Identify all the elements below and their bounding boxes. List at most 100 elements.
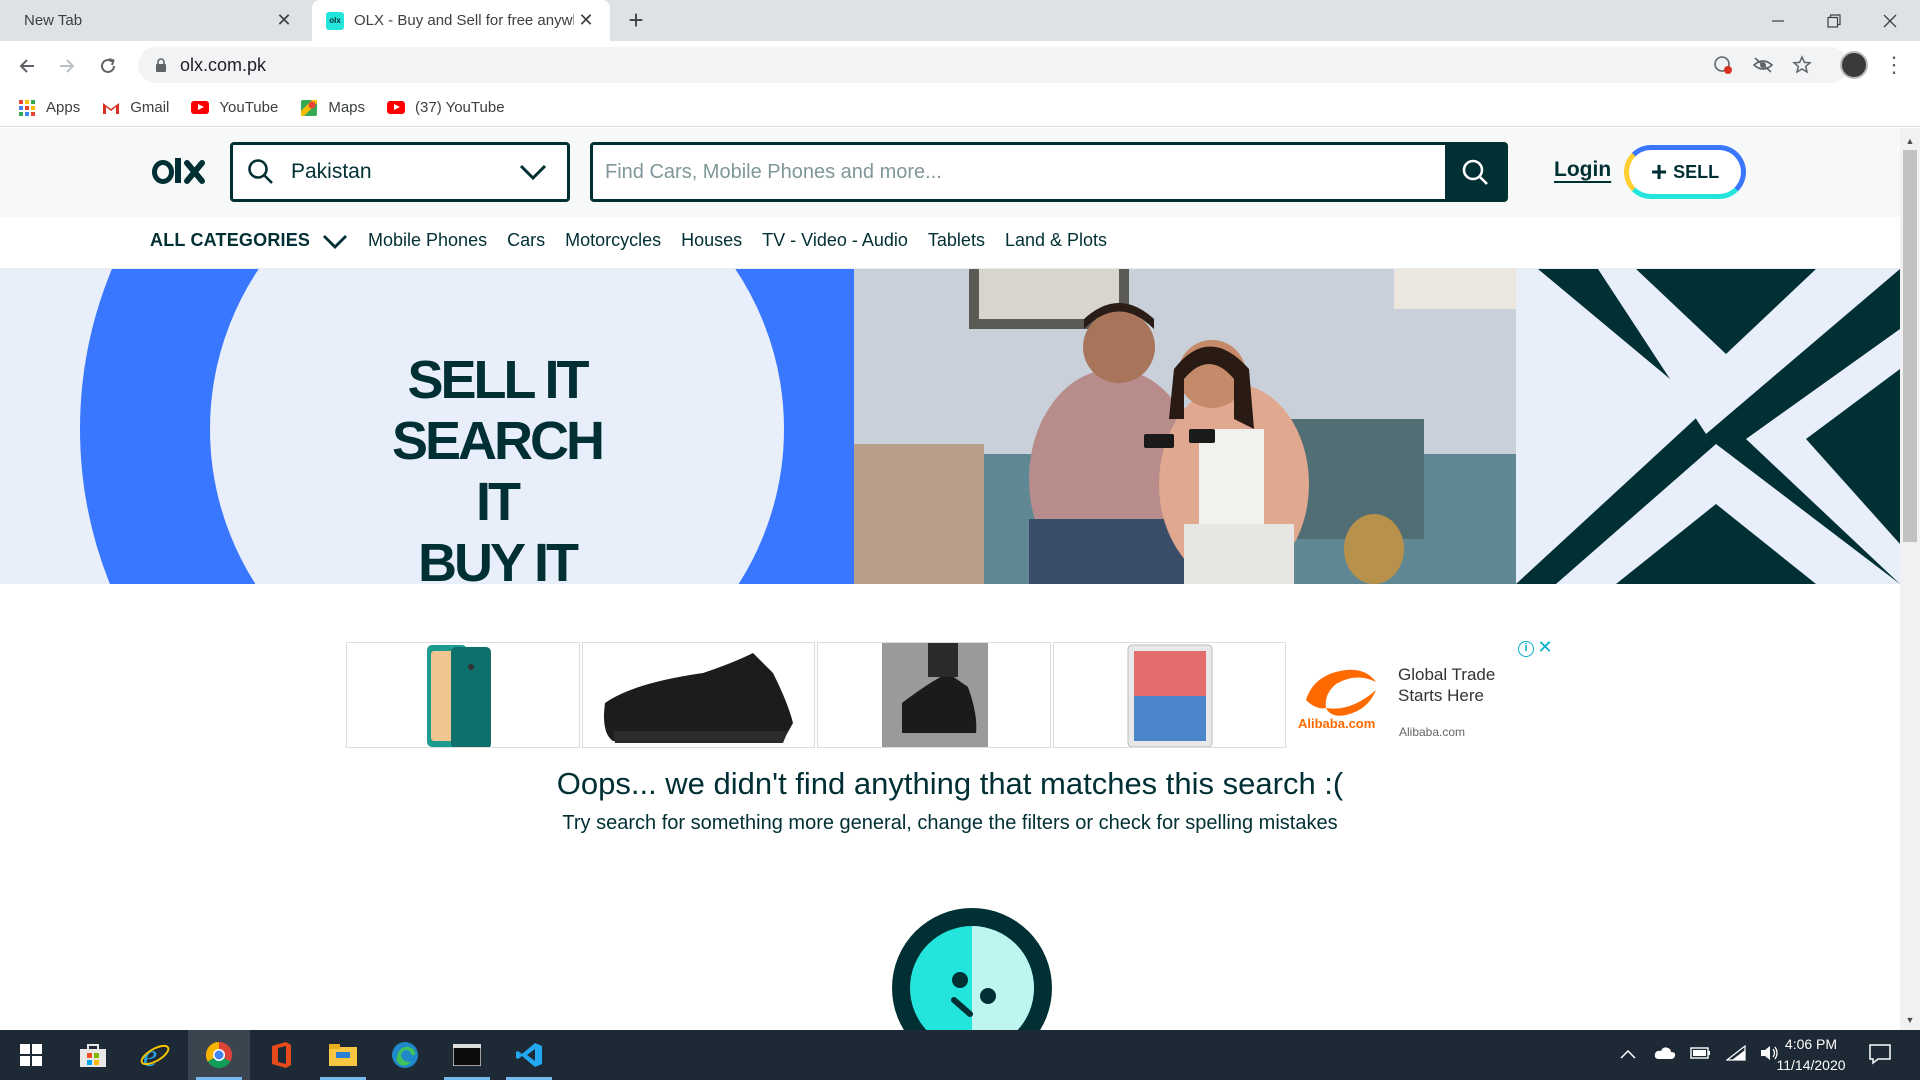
ad-headline-line: Global Trade: [1398, 665, 1496, 684]
ad-product-shoe-worn[interactable]: [817, 642, 1051, 748]
slogan-line: SEARCH IT: [391, 411, 605, 532]
category-link[interactable]: Motorcycles: [565, 230, 661, 251]
bookmark-label: Maps: [328, 99, 366, 116]
onedrive-cloud-icon[interactable]: [1654, 1046, 1676, 1065]
apps-grid-icon: [18, 99, 36, 117]
browser-menu-icon[interactable]: ⋮: [1882, 52, 1906, 78]
location-selector[interactable]: Pakistan: [230, 142, 570, 202]
bookmark-apps[interactable]: Apps: [18, 99, 80, 117]
scroll-down-arrow-icon[interactable]: ▼: [1903, 1013, 1917, 1027]
bookmark-label: Apps: [46, 99, 81, 116]
close-tab-icon[interactable]: ✕: [274, 10, 294, 30]
scroll-up-arrow-icon[interactable]: ▲: [1903, 134, 1917, 148]
login-link[interactable]: Login: [1554, 158, 1611, 182]
url-text: olx.com.pk: [180, 54, 267, 75]
sell-label: SELL: [1673, 161, 1720, 182]
close-tab-icon[interactable]: ✕: [576, 10, 596, 30]
category-link[interactable]: TV - Video - Audio: [762, 230, 908, 251]
all-categories-dropdown[interactable]: ALL CATEGORIES: [150, 230, 348, 251]
maps-icon: [300, 99, 318, 117]
ad-close-icon[interactable]: ✕: [1536, 638, 1554, 656]
category-link[interactable]: Mobile Phones: [368, 230, 487, 251]
alibaba-wordmark: Alibaba.com: [1298, 716, 1375, 730]
taskbar-clock[interactable]: 4:06 PM 11/14/2020: [1756, 1034, 1866, 1076]
ad-product-tablet[interactable]: [1052, 642, 1286, 748]
profile-avatar[interactable]: [1840, 51, 1868, 79]
chevron-down-icon: [323, 234, 348, 249]
clock-date: 11/14/2020: [1776, 1057, 1846, 1073]
category-link[interactable]: Houses: [681, 230, 742, 251]
back-button[interactable]: [11, 50, 43, 82]
phone-image: [427, 645, 491, 747]
reload-button[interactable]: [92, 50, 124, 82]
forward-button[interactable]: [51, 50, 83, 82]
empty-state-subtitle: Try search for something more general, c…: [562, 812, 1338, 834]
close-window-button[interactable]: [1862, 0, 1918, 41]
olx-favicon-icon: olx: [326, 11, 344, 30]
file-explorer-icon: [329, 1044, 357, 1066]
ad-banner[interactable]: [346, 642, 1288, 748]
taskbar-office[interactable]: [250, 1030, 312, 1080]
ad-product-sneaker[interactable]: [581, 642, 815, 748]
ad-domain: Alibaba.com: [1399, 725, 1466, 739]
gmail-icon: [102, 99, 120, 117]
new-tab-button[interactable]: +: [622, 6, 650, 34]
olx-logo[interactable]: [152, 153, 210, 191]
wifi-icon[interactable]: [1725, 1044, 1746, 1066]
scrollbar-thumb[interactable]: [1903, 150, 1917, 542]
taskbar-vscode[interactable]: [498, 1030, 560, 1080]
hide-eye-icon[interactable]: [1750, 52, 1776, 78]
category-link[interactable]: Tablets: [928, 230, 985, 251]
bookmark-youtube-37[interactable]: (37) YouTube: [387, 99, 505, 117]
taskbar-edge[interactable]: [374, 1030, 436, 1080]
battery-icon[interactable]: [1690, 1046, 1712, 1065]
ad-headline[interactable]: Global Trade Starts Here: [1398, 664, 1495, 706]
taskbar-internet-explorer[interactable]: e: [124, 1030, 186, 1080]
forward-arrow-icon: [60, 59, 75, 73]
category-link[interactable]: Land & Plots: [1005, 230, 1107, 251]
tablet-image: [1127, 644, 1212, 747]
bookmark-gmail[interactable]: Gmail: [102, 99, 169, 117]
search-button[interactable]: [1445, 145, 1505, 199]
restore-icon: [1827, 13, 1841, 28]
bookmark-maps[interactable]: Maps: [300, 99, 365, 117]
taskbar-chrome[interactable]: [188, 1030, 250, 1080]
sell-button[interactable]: + SELL: [1624, 145, 1746, 199]
taskbar-store[interactable]: [62, 1030, 124, 1080]
notification-center-icon[interactable]: [1868, 1043, 1892, 1065]
ie-icon: e: [140, 1040, 170, 1070]
bookmark-star-icon[interactable]: [1789, 52, 1815, 78]
bookmark-youtube[interactable]: YouTube: [191, 99, 278, 117]
reload-icon: [101, 58, 115, 73]
minimize-icon: [1772, 19, 1784, 22]
edge-icon: [392, 1042, 418, 1068]
location-value: Pakistan: [291, 160, 372, 183]
search-input[interactable]: [593, 145, 1443, 199]
lock-icon: [156, 58, 166, 72]
taskbar-file-explorer[interactable]: [312, 1030, 374, 1080]
ad-product-phone[interactable]: [346, 642, 580, 748]
blocked-popup-icon[interactable]: [1710, 52, 1736, 78]
chevron-up-icon[interactable]: [1620, 1046, 1636, 1064]
ad-headline-line: Starts Here: [1398, 686, 1484, 705]
tab-olx[interactable]: olx OLX - Buy and Sell for free anywh ✕: [312, 0, 610, 41]
search-bar: [590, 142, 1508, 202]
search-icon: [1462, 159, 1488, 185]
search-icon: [248, 159, 273, 184]
category-links: Mobile Phones Cars Motorcycles Houses TV…: [368, 230, 1127, 251]
vscode-icon: [516, 1043, 542, 1067]
restore-window-button[interactable]: [1806, 0, 1862, 41]
alibaba-logo[interactable]: Alibaba.com: [1296, 660, 1396, 730]
chrome-icon: [205, 1041, 233, 1069]
banner-photo: [854, 269, 1516, 584]
category-link[interactable]: Cars: [507, 230, 545, 251]
bookmark-label: YouTube: [219, 99, 279, 116]
tab-new-tab[interactable]: New Tab ✕: [0, 0, 308, 41]
address-bar[interactable]: olx.com.pk: [138, 47, 1848, 83]
start-button[interactable]: [0, 1030, 62, 1080]
ad-info-icon[interactable]: i: [1518, 641, 1534, 657]
taskbar-terminal[interactable]: [436, 1030, 498, 1080]
slogan-line: SELL IT: [407, 350, 589, 410]
minimize-window-button[interactable]: [1750, 0, 1806, 41]
slogan-line: BUY IT: [417, 533, 579, 593]
